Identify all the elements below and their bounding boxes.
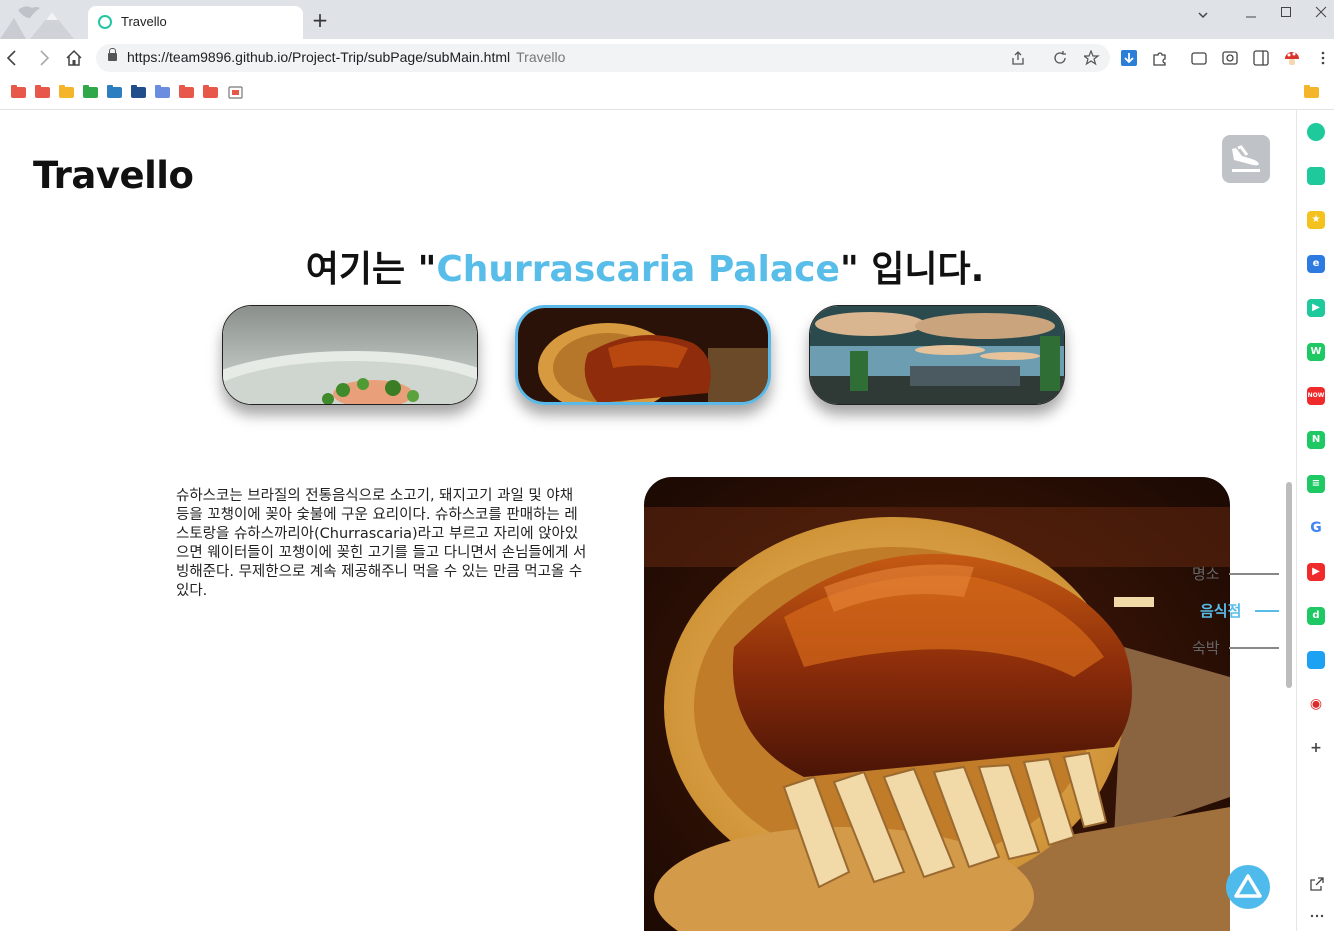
url-text: https://team9896.github.io/Project-Trip/… (127, 49, 511, 65)
address-toolbar: https://team9896.github.io/Project-Trip/… (0, 39, 1334, 77)
close-window-icon[interactable] (1311, 4, 1331, 28)
minimize-icon[interactable] (1241, 4, 1261, 28)
main-food-photo (644, 477, 1230, 931)
sheets-app-icon[interactable]: ≡ (1307, 475, 1325, 493)
twitter-app-icon[interactable] (1307, 651, 1325, 669)
other-bookmarks-folder-icon[interactable] (1304, 85, 1319, 98)
d-app-icon[interactable]: d (1307, 607, 1325, 625)
side-nav-line (1255, 610, 1279, 612)
now-app-icon[interactable]: NOW (1307, 387, 1325, 405)
side-nav-line (1229, 573, 1279, 575)
mountain-bird-logo-icon (0, 6, 74, 39)
play-app-icon[interactable]: ▶ (1307, 299, 1325, 317)
bookmark-folder-icon[interactable] (35, 85, 50, 98)
youtube-app-icon[interactable]: ▶ (1307, 563, 1325, 581)
url-page-title: Travello (516, 49, 566, 65)
bookmark-folder-icon[interactable] (179, 85, 194, 98)
bookmark-star-icon[interactable] (1082, 49, 1100, 66)
star-app-icon[interactable]: ★ (1307, 211, 1325, 229)
circle-app-icon[interactable] (1307, 123, 1325, 141)
download-icon[interactable] (1120, 49, 1138, 67)
airplane-landing-icon (1232, 145, 1260, 172)
tab-search-chevron-icon[interactable] (1193, 8, 1213, 26)
browser-side-panel: ★ e ▶ W NOW N ≡ G ▶ d ◉ + (1296, 110, 1334, 931)
bookmark-folder-icon[interactable] (11, 85, 26, 98)
page-title-suffix: " 입니다. (839, 249, 985, 290)
bookmark-folder-icon[interactable] (155, 85, 170, 98)
place-description: 슈하스코는 브라질의 전통음식으로 소고기, 돼지고기 과일 및 야채 등을 꼬… (176, 488, 587, 599)
thumbnail-restaurant-image[interactable] (809, 305, 1065, 405)
tab-favicon-icon (98, 15, 112, 29)
bookmark-folder-icon[interactable] (59, 85, 74, 98)
record-app-icon[interactable]: ◉ (1307, 695, 1325, 713)
bookmarks-bar (0, 77, 1334, 110)
page-scrollbar-thumb[interactable] (1286, 482, 1292, 688)
sidebar-toggle-icon[interactable] (1252, 49, 1270, 67)
screenshot-icon[interactable] (1221, 49, 1239, 67)
maximize-icon[interactable] (1276, 4, 1296, 28)
side-nav-item-1[interactable]: 음식점 (1200, 600, 1241, 621)
edge-app-icon[interactable]: e (1307, 255, 1325, 273)
google-app-icon[interactable]: G (1307, 519, 1325, 537)
new-tab-button[interactable]: + (310, 10, 330, 30)
page-title: 여기는 "Churrascaria Palace" 입니다. (0, 240, 1290, 292)
bookmark-folder-icon[interactable] (131, 85, 146, 98)
scroll-to-top-button[interactable] (1226, 865, 1270, 909)
home-icon[interactable] (64, 48, 84, 68)
side-panel-more-icon[interactable] (1309, 906, 1325, 925)
page-viewport: Travello 여기는 "Churrascaria Palace" 입니다. (0, 110, 1296, 931)
bookmark-page-icon[interactable] (228, 85, 244, 105)
lock-icon (108, 48, 117, 61)
tab-travello[interactable]: Travello (88, 6, 303, 39)
airplane-landing-button[interactable] (1222, 135, 1270, 183)
share-icon[interactable] (1010, 50, 1026, 66)
bookmark-folder-icon[interactable] (107, 85, 122, 98)
bell-app-icon[interactable] (1307, 167, 1325, 185)
thumbnail-ribs-image[interactable] (515, 305, 771, 405)
side-nav-item-2[interactable]: 숙박 (1192, 637, 1220, 658)
tab-strip: Travello + (0, 0, 1334, 39)
side-nav-item-0[interactable]: 명소 (1192, 563, 1220, 584)
reload-icon[interactable] (1052, 50, 1068, 66)
add-app-icon[interactable]: + (1307, 739, 1325, 757)
bookmark-folder-icon[interactable] (203, 85, 218, 98)
tab-title: Travello (121, 14, 167, 29)
place-name: Churrascaria Palace (436, 249, 840, 290)
cast-icon[interactable] (1190, 49, 1208, 67)
open-external-icon[interactable] (1309, 876, 1325, 896)
url-text-wrap: https://team9896.github.io/Project-Trip/… (127, 49, 565, 65)
address-bar[interactable]: https://team9896.github.io/Project-Trip/… (96, 44, 1110, 72)
extensions-puzzle-icon[interactable] (1151, 49, 1169, 67)
forward-arrow-icon[interactable] (34, 48, 54, 68)
side-nav-line (1229, 647, 1279, 649)
brand-logo[interactable]: Travello (33, 154, 194, 197)
page-title-prefix: 여기는 " (305, 249, 437, 290)
webtoon-app-icon[interactable]: W (1307, 343, 1325, 361)
triangle-up-icon (1234, 874, 1262, 898)
profile-mushroom-icon[interactable] (1283, 49, 1301, 67)
back-arrow-icon[interactable] (2, 48, 22, 68)
bookmark-folder-icon[interactable] (83, 85, 98, 98)
thumbnail-dish-image[interactable] (222, 305, 478, 405)
naver-app-icon[interactable]: N (1307, 431, 1325, 449)
menu-kebab-icon[interactable] (1314, 49, 1332, 67)
